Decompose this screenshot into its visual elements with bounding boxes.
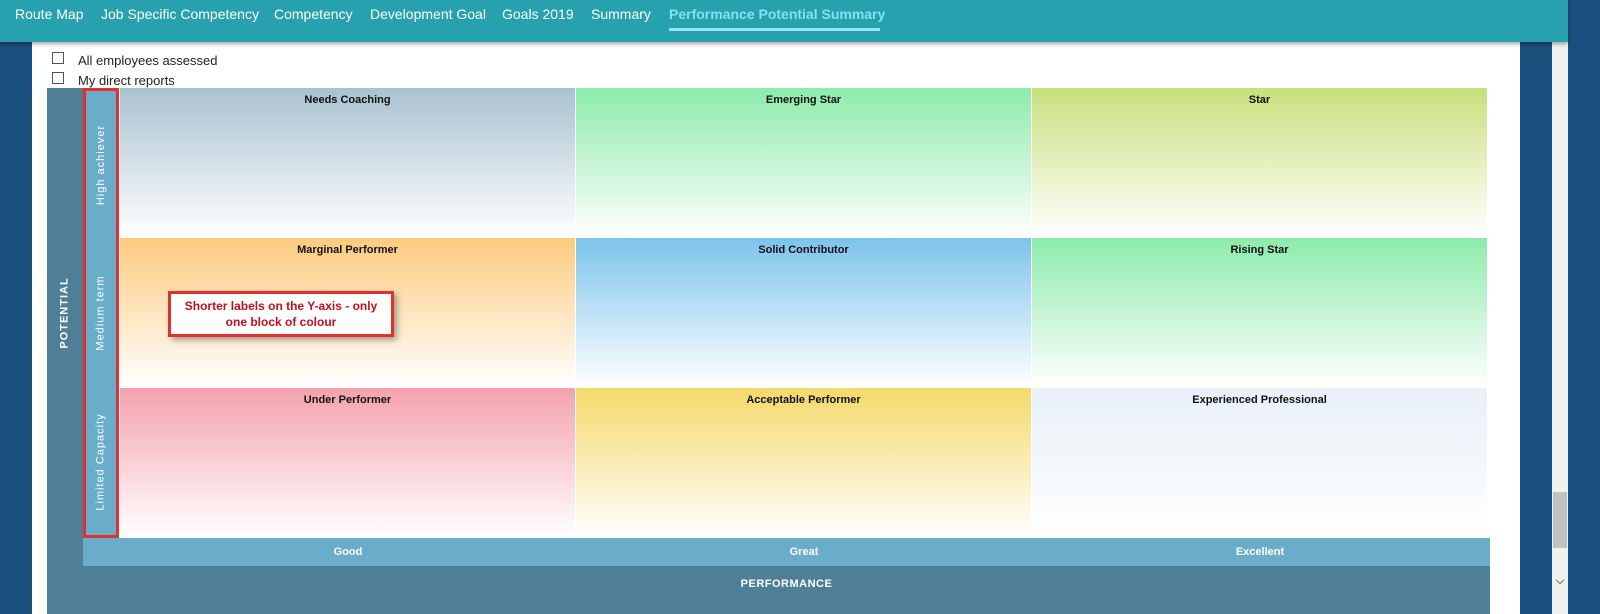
right-margin: [1520, 42, 1552, 614]
row-label-text: Limited Capacity: [95, 412, 108, 511]
column-label-good: Good: [333, 546, 363, 558]
main-content: All employees assessed My direct reports…: [32, 42, 1520, 614]
row-label-text: Medium term: [95, 275, 107, 351]
cell-title: Needs Coaching: [304, 94, 391, 106]
cell-title: Solid Contributor: [758, 244, 849, 256]
tab-performance-potential-summary[interactable]: Performance Potential Summary: [669, 6, 885, 31]
cell-experienced-professional[interactable]: Experienced Professional: [1032, 388, 1488, 538]
row-label-high-achiever: High achiever: [86, 91, 116, 238]
tab-job-specific-competency[interactable]: Job Specific Competency: [101, 6, 259, 30]
cell-title: Rising Star: [1230, 244, 1289, 256]
annotation-callout: Shorter labels on the Y-axis - only one …: [168, 291, 394, 337]
tab-label: Performance Potential Summary: [669, 6, 886, 22]
row-label-limited-capacity: Limited Capacity: [86, 388, 116, 535]
potential-title-text: POTENTIAL: [59, 277, 71, 349]
y-axis-labels: High achiever Medium term Limited Capaci…: [83, 88, 119, 538]
filter-direct-reports[interactable]: My direct reports: [52, 72, 175, 88]
cell-title: Star: [1248, 94, 1271, 106]
cell-acceptable-performer[interactable]: Acceptable Performer: [576, 388, 1032, 538]
cell-emerging-star[interactable]: Emerging Star: [576, 88, 1032, 238]
cell-needs-coaching[interactable]: Needs Coaching: [120, 88, 576, 238]
callout-text: Shorter labels on the Y-axis - only one …: [184, 299, 378, 329]
row-label-text: High achiever: [95, 124, 108, 205]
cell-title: Marginal Performer: [297, 244, 398, 256]
performance-title-text: PERFORMANCE: [740, 578, 833, 590]
column-label-excellent: Excellent: [1235, 546, 1285, 558]
top-navigation: Route Map Job Specific Competency Compet…: [0, 0, 1568, 42]
active-tab-underline: [669, 28, 880, 31]
cell-title: Acceptable Performer: [746, 394, 861, 406]
filter-label: All employees assessed: [78, 52, 218, 68]
tab-development-goal[interactable]: Development Goal: [370, 6, 486, 30]
filter-all-employees[interactable]: All employees assessed: [52, 52, 217, 68]
tab-competency[interactable]: Competency: [274, 6, 353, 30]
scrollbar-thumb[interactable]: [1553, 492, 1567, 548]
column-label-great: Great: [789, 546, 819, 558]
scroll-down-icon[interactable]: ⌵: [1552, 572, 1568, 588]
tab-summary[interactable]: Summary: [591, 6, 651, 30]
filter-label: My direct reports: [78, 72, 175, 88]
checkbox-direct-reports[interactable]: [52, 72, 64, 84]
tab-route-map[interactable]: Route Map: [15, 6, 83, 30]
tab-goals-2019[interactable]: Goals 2019: [502, 6, 574, 30]
checkbox-all-employees[interactable]: [52, 52, 64, 64]
x-axis-labels: Good Great Excellent: [83, 538, 1490, 566]
left-margin: [0, 42, 32, 614]
cell-solid-contributor[interactable]: Solid Contributor: [576, 238, 1032, 388]
cell-star[interactable]: Star: [1032, 88, 1488, 238]
potential-axis-title: POTENTIAL: [47, 88, 83, 538]
cell-title: Experienced Professional: [1192, 394, 1327, 406]
cell-title: Under Performer: [303, 394, 392, 406]
cell-under-performer[interactable]: Under Performer: [120, 388, 576, 538]
cell-title: Emerging Star: [765, 94, 842, 106]
row-label-medium-term: Medium term: [86, 238, 116, 388]
cell-rising-star[interactable]: Rising Star: [1032, 238, 1488, 388]
performance-axis-title: PERFORMANCE: [83, 566, 1490, 614]
